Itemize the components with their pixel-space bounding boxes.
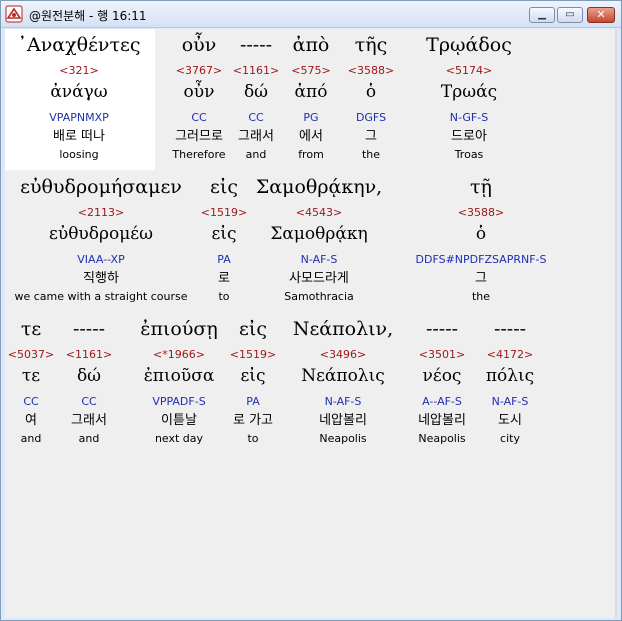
word-korean: 그 bbox=[365, 129, 377, 144]
window-title: @원전분해 - 행 16:11 bbox=[29, 9, 147, 23]
word-korean: 사모드라게 bbox=[289, 271, 349, 286]
word-lemma: εὐθυδρομέω bbox=[49, 224, 153, 244]
word-strong: <5174> bbox=[445, 64, 493, 77]
close-button[interactable]: ✕ bbox=[587, 7, 615, 23]
word-morph: DDFS#NPDFZSAPRNF-S bbox=[415, 253, 547, 266]
word-morph: N-AF-S bbox=[300, 253, 338, 266]
word-korean: 드로아 bbox=[451, 129, 487, 144]
minimize-button[interactable]: ▁ bbox=[529, 7, 555, 23]
word-strong: <3496> bbox=[319, 348, 367, 361]
word-morph: N-AF-S bbox=[491, 395, 529, 408]
word-strong: <4543> bbox=[295, 206, 343, 219]
word-greek: τῇ bbox=[470, 176, 492, 198]
word-greek: ----- bbox=[493, 318, 527, 340]
word-strong: <3588> bbox=[457, 206, 505, 219]
word-greek: Σαμοθρᾴκην, bbox=[255, 176, 383, 198]
word-lemma: Τρωάς bbox=[440, 82, 498, 102]
maximize-button[interactable]: ▭ bbox=[557, 7, 583, 23]
close-icon: ✕ bbox=[596, 8, 606, 21]
maximize-icon: ▭ bbox=[565, 9, 575, 20]
word-korean: 네압볼리 bbox=[319, 413, 367, 428]
word-strong: <321> bbox=[59, 64, 99, 77]
panel-edge bbox=[615, 29, 617, 618]
word-english: city bbox=[500, 432, 520, 445]
interlinear-panel: ᾿Αναχθέντες <321> ἀνάγω VPAPNMXP 배로 떠나 loosin… bbox=[5, 29, 617, 618]
word-strong: <2113> bbox=[77, 206, 125, 219]
word-strong: <1161> bbox=[65, 348, 113, 361]
word-english: Troas bbox=[454, 148, 484, 161]
word-strong: <1519> bbox=[200, 206, 248, 219]
title-bar[interactable]: @원전분해 - 행 16:11 ▁ ▭ ✕ bbox=[1, 1, 621, 28]
word-lemma: ἀνάγω bbox=[50, 82, 108, 102]
word-lemma: ὁ bbox=[475, 224, 487, 244]
word-morph: N-GF-S bbox=[449, 111, 489, 124]
word-korean: 도시 bbox=[498, 413, 522, 428]
word-lemma: πόλις bbox=[485, 366, 535, 386]
minimize-icon: ▁ bbox=[538, 9, 546, 20]
word-korean: 로 bbox=[218, 271, 230, 286]
word-korean: 배로 떠나 bbox=[53, 129, 105, 144]
word-korean: 직행하 bbox=[83, 271, 119, 286]
word-lemma: Σαμοθρᾴκη bbox=[270, 224, 368, 244]
word-korean: 그 bbox=[475, 271, 487, 286]
word-greek: Τρῳάδος bbox=[426, 34, 512, 56]
word-strong: <1519> bbox=[229, 348, 277, 361]
app-window: @원전분해 - 행 16:11 ▁ ▭ ✕ ᾿Αναχθέντες <321> ἀν… bbox=[0, 0, 622, 621]
word-strong: <4172> bbox=[486, 348, 534, 361]
app-logo-icon bbox=[5, 5, 23, 23]
word-english: the bbox=[471, 290, 491, 303]
word-strong: <3588> bbox=[347, 64, 395, 77]
